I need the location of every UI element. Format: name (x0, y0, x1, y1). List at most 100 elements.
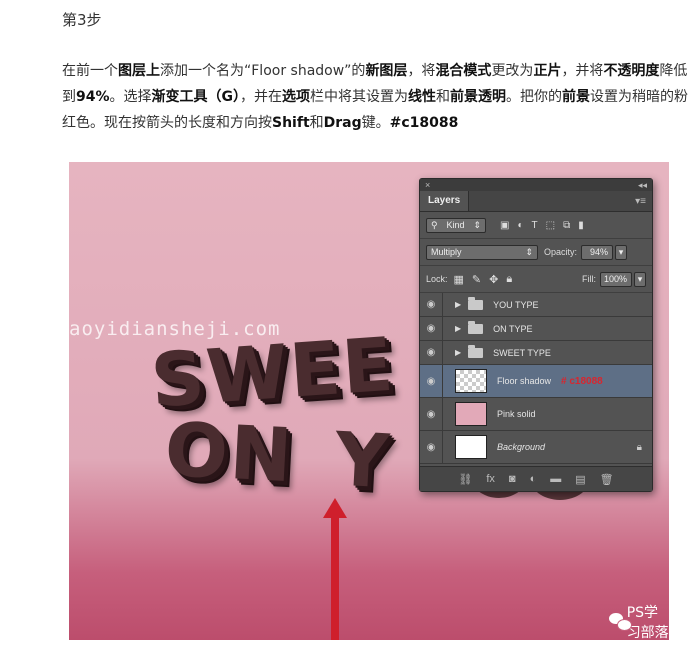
disclosure-triangle-icon[interactable]: ▶ (455, 300, 461, 309)
bold-term: 正片 (533, 63, 562, 79)
trash-icon[interactable]: 🗑︎ (600, 473, 614, 486)
type-filter-icon[interactable]: T (532, 220, 538, 231)
bold-term: 图层上 (118, 63, 160, 79)
text-run: 更改为 (491, 63, 534, 79)
add-mask-icon[interactable]: ◙ (509, 473, 516, 485)
lock-label: Lock: (426, 274, 448, 284)
folder-icon (468, 296, 484, 310)
layer-thumbnail (455, 402, 487, 426)
bold-term: Drag (323, 115, 362, 131)
text-run: 。选择 (109, 89, 152, 105)
opacity-label: Opacity: (544, 247, 578, 257)
layer-thumbnail (455, 369, 487, 393)
blend-mode-dropdown[interactable]: Multiply ⇕ (426, 244, 538, 260)
color-annotation: # c18088 (561, 375, 603, 387)
arrow-up-icon (323, 498, 347, 518)
lock-icon: 🔒︎ (636, 441, 642, 453)
panel-tabs: Layers ▾≡ (420, 191, 652, 212)
step-title: 第3步 (62, 11, 102, 29)
pixel-filter-icon[interactable]: ▣ (500, 220, 509, 231)
adjustment-layer-icon[interactable]: ◐ (530, 473, 537, 485)
disclosure-triangle-icon[interactable]: ▶ (455, 324, 461, 333)
bold-term: 新图层 (365, 63, 408, 79)
layer-group-you-type[interactable]: ◉ ▶ YOU TYPE (420, 293, 652, 317)
bold-term: 前景透明 (450, 89, 507, 105)
lock-pixels-icon[interactable]: ✎ (472, 273, 481, 286)
panel-menu-icon[interactable]: ▾≡ (635, 196, 652, 207)
text-run: ，将 (407, 63, 436, 79)
layer-list: ◉ ▶ YOU TYPE ◉ ▶ ON TYPE ◉ ▶ SWEET TYPE … (420, 293, 652, 464)
bold-term: 渐变工具（G） (151, 89, 241, 105)
layer-name: ON TYPE (493, 323, 533, 334)
disclosure-triangle-icon[interactable]: ▶ (455, 348, 461, 357)
text-run: 。把你的 (506, 89, 563, 105)
layer-name: Background (497, 442, 546, 452)
layer-name: Floor shadow (497, 376, 552, 386)
credit-text: PS学习部落 (626, 605, 669, 640)
layer-floor-shadow[interactable]: ◉ Floor shadow # c18088 (420, 365, 652, 398)
layer-name: SWEET TYPE (493, 347, 551, 358)
layer-thumbnail (455, 435, 487, 459)
new-group-icon[interactable]: ▬ (550, 473, 561, 485)
collapse-icon[interactable]: ◂◂ (638, 180, 647, 191)
folder-icon (468, 344, 484, 358)
text-run: 和 (436, 89, 451, 105)
layer-name: YOU TYPE (493, 299, 539, 310)
text-run: 和 (309, 115, 324, 131)
bold-term: 94% (76, 89, 110, 105)
bold-term: 不透明度 (603, 63, 660, 79)
search-icon: ⚲ (431, 219, 438, 230)
fill-input[interactable]: 100% (600, 271, 632, 287)
eye-icon[interactable]: ◉ (420, 431, 443, 463)
tab-layers[interactable]: Layers (420, 191, 470, 211)
layers-panel: × ◂◂ Layers ▾≡ ⚲ Kind ⇕ ▣ ◐ T ⬚ ⧉ ▮ Mult… (419, 178, 653, 492)
eye-icon[interactable]: ◉ (420, 293, 443, 316)
instruction-paragraph: 在前一个图层上添加一个名为“Floor shadow”的新图层，将混合模式更改为… (62, 58, 690, 136)
smart-object-filter-icon[interactable]: ⧉ (563, 220, 570, 231)
credit-badge: PS学习部落 (609, 602, 669, 640)
new-layer-icon[interactable]: ▤ (575, 473, 585, 486)
close-icon[interactable]: × (425, 180, 430, 190)
text-run: 在前一个 (62, 63, 118, 79)
opacity-dropdown-icon[interactable]: ▾ (615, 244, 628, 260)
lock-all-icon[interactable]: 🔒︎ (506, 273, 512, 286)
layer-group-on-type[interactable]: ◉ ▶ ON TYPE (420, 317, 652, 341)
bold-term: #c18088 (389, 115, 459, 131)
panel-titlebar: × ◂◂ (420, 179, 652, 191)
gradient-direction-arrow (331, 516, 339, 640)
text-run: ，并在 (240, 89, 283, 105)
blend-row: Multiply ⇕ Opacity: 94% ▾ (420, 239, 652, 266)
bold-term: 选项 (282, 89, 311, 105)
lock-position-icon[interactable]: ✥ (489, 273, 498, 286)
text-run: 栏中将其设置为 (310, 89, 409, 105)
fill-dropdown-icon[interactable]: ▾ (634, 271, 646, 287)
layer-background[interactable]: ◉ Background 🔒︎ (420, 431, 652, 464)
panel-footer: ⛓ fx ◙ ◐ ▬ ▤ 🗑︎ (420, 466, 652, 491)
layer-name: Pink solid (497, 409, 536, 419)
filter-row: ⚲ Kind ⇕ ▣ ◐ T ⬚ ⧉ ▮ (420, 212, 652, 239)
layer-group-sweet-type[interactable]: ◉ ▶ SWEET TYPE (420, 341, 652, 365)
eye-icon[interactable]: ◉ (420, 341, 443, 364)
adjustment-filter-icon[interactable]: ◐ (517, 220, 523, 231)
text-run: 键。 (361, 115, 390, 131)
bold-term: Shift (272, 115, 310, 131)
layer-pink-solid[interactable]: ◉ Pink solid (420, 398, 652, 431)
fill-label: Fill: (582, 274, 596, 284)
filter-icons: ▣ ◐ T ⬚ ⧉ ▮ (500, 220, 584, 231)
you-text: Y (332, 416, 393, 506)
shape-filter-icon[interactable]: ⬚ (546, 220, 555, 231)
text-run: 添加一个名为“Floor shadow”的 (160, 63, 366, 79)
lock-transparent-icon[interactable]: ▦ (454, 273, 464, 286)
bold-term: 前景 (562, 89, 591, 105)
filter-toggle-icon[interactable]: ▮ (578, 220, 584, 231)
opacity-input[interactable]: 94% (581, 244, 614, 260)
lock-row: Lock: ▦ ✎ ✥ 🔒︎ Fill: 100% ▾ (420, 266, 652, 293)
eye-icon[interactable]: ◉ (420, 365, 443, 397)
eye-icon[interactable]: ◉ (420, 317, 443, 340)
eye-icon[interactable]: ◉ (420, 398, 443, 430)
folder-icon (468, 320, 484, 334)
kind-filter-dropdown[interactable]: ⚲ Kind ⇕ (426, 217, 486, 233)
link-layers-icon[interactable]: ⛓ (458, 473, 472, 486)
text-run: ，并将 (561, 63, 604, 79)
fx-icon[interactable]: fx (486, 473, 495, 485)
